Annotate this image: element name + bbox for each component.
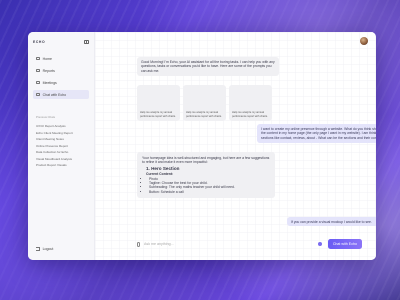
bot-reply-list: Photo Tagline: Choose the best for your … [142,177,270,195]
mic-icon[interactable] [317,242,322,246]
chat-area: Good Morning! I'm Echo, your AI assistan… [95,32,376,260]
logout-label: Logout [42,247,54,251]
chat-icon [36,92,40,97]
chat-input[interactable] [144,242,318,246]
prompt-card[interactable]: Help me analyze my annual performance re… [137,85,180,121]
prompt-card-text: Help me analyze my annual performance re… [232,111,268,118]
nav-item-label: Home [42,56,52,61]
sidebar: ECHO Home Reports Meetings Chat with Ech… [28,32,95,260]
nav-item-label: Reports [42,68,55,73]
app-window: ECHO Home Reports Meetings Chat with Ech… [28,32,376,260]
user-message: If you can provide a visual mockup I wou… [287,217,376,227]
reports-icon [36,68,40,73]
sidebar-toggle-icon[interactable] [84,40,89,44]
bot-reply-intro: Your homepage idea is well-structured an… [142,156,270,165]
bot-reply-list-item: Button: Schedule a call [149,190,270,194]
history-heading: Previous Chats [36,115,55,119]
nav-item-label: Chat with Echo [42,92,67,97]
attach-icon[interactable] [137,241,140,247]
prompt-cards: Help me analyze my annual performance re… [137,85,272,121]
prompt-card[interactable]: Help me analyze my annual performance re… [183,85,226,121]
nav-item-label: Meetings [42,80,57,85]
bot-reply-section-title: 1. Hero Section [146,165,180,171]
bot-reply-message: Your homepage idea is well-structured an… [137,152,275,199]
bot-greeting-message: Good Morning! I'm Echo, your AI assistan… [137,57,279,77]
nav-item-home[interactable]: Home [33,54,89,63]
user-avatar[interactable] [360,37,368,45]
user-message: I want to create my online presence thro… [257,124,376,144]
sidebar-header: ECHO [33,37,89,47]
home-icon [36,56,40,61]
nav-item-meetings[interactable]: Meetings [33,78,89,87]
nav-item-reports[interactable]: Reports [33,66,89,75]
prompt-card[interactable]: Help me analyze my annual performance re… [229,85,272,121]
prompt-card-text: Help me analyze my annual performance re… [140,111,176,118]
app-logo: ECHO [33,40,46,44]
nav-item-chat[interactable]: Chat with Echo [33,90,89,99]
composer: Chat with Echo [137,237,362,251]
prompt-card-text: Help me analyze my annual performance re… [186,111,222,118]
meetings-icon [36,80,40,85]
send-button[interactable]: Chat with Echo [327,239,362,249]
history-item[interactable]: Product Report Visuals [33,162,89,169]
logout-icon [36,247,40,251]
logout-button[interactable]: Logout [36,247,53,251]
